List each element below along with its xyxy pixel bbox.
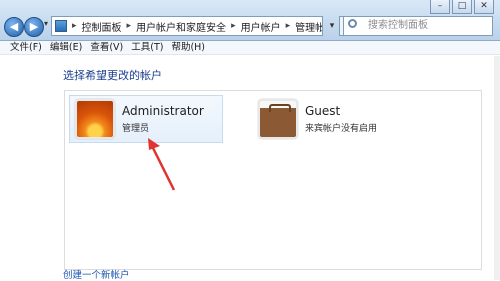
title-bar: ◀ ▶ ▾ ▸ 控制面板 ▸ 用户帐户和家庭安全 ▸ 用户帐户 ▸ 管理帐户 ▾… <box>0 0 500 41</box>
search-input[interactable]: 搜索控制面板 <box>343 16 493 36</box>
menu-help[interactable]: 帮助(H) <box>171 41 205 54</box>
recent-pages-dropdown[interactable]: ▾ <box>44 19 48 28</box>
breadcrumb-separator: ▸ <box>231 21 236 31</box>
account-type: 来宾帐户没有启用 <box>305 124 378 134</box>
breadcrumb-item[interactable]: 控制面板 <box>82 19 122 34</box>
breadcrumb-item[interactable]: 管理帐户 <box>295 19 322 34</box>
breadcrumb-separator: ▸ <box>285 21 291 31</box>
page-title: 选择希望更改的帐户 <box>63 69 162 82</box>
minimize-button[interactable]: – <box>430 0 450 14</box>
breadcrumb-item[interactable]: 用户帐户和家庭安全 <box>136 19 226 34</box>
account-type: 管理员 <box>122 124 150 134</box>
account-name: Administrator <box>122 104 204 118</box>
forward-button[interactable]: ▶ <box>24 17 44 37</box>
menu-bar: 文件(F) 编辑(E) 查看(V) 工具(T) 帮助(H) <box>0 41 500 55</box>
breadcrumb-separator: ▸ <box>126 21 132 31</box>
address-dropdown-button[interactable]: ▾ <box>324 17 340 35</box>
menu-view[interactable]: 查看(V) <box>90 41 123 54</box>
menu-tools[interactable]: 工具(T) <box>131 41 163 54</box>
account-name: Guest <box>305 104 341 118</box>
maximize-button[interactable]: □ <box>452 0 472 14</box>
address-bar[interactable]: ▸ 控制面板 ▸ 用户帐户和家庭安全 ▸ 用户帐户 ▸ 管理帐户 <box>51 16 323 36</box>
briefcase-avatar-icon <box>258 99 298 139</box>
account-tile-guest[interactable]: Guest 来宾帐户没有启用 <box>258 95 458 143</box>
control-panel-icon <box>55 20 67 32</box>
close-button[interactable]: ✕ <box>474 0 494 14</box>
menu-file[interactable]: 文件(F) <box>10 41 42 54</box>
window-controls: – □ ✕ <box>430 0 494 14</box>
back-button[interactable]: ◀ <box>4 17 24 37</box>
breadcrumb-item[interactable]: 用户帐户 <box>241 19 281 34</box>
menu-edit[interactable]: 编辑(E) <box>50 41 82 54</box>
annotation-arrow-icon <box>148 138 176 191</box>
breadcrumb-separator: ▸ <box>72 21 77 31</box>
scrollbar[interactable] <box>494 56 500 280</box>
search-icon <box>348 19 357 28</box>
flower-avatar-icon <box>75 99 115 139</box>
create-account-link[interactable]: 创建一个新帐户 <box>63 267 130 281</box>
